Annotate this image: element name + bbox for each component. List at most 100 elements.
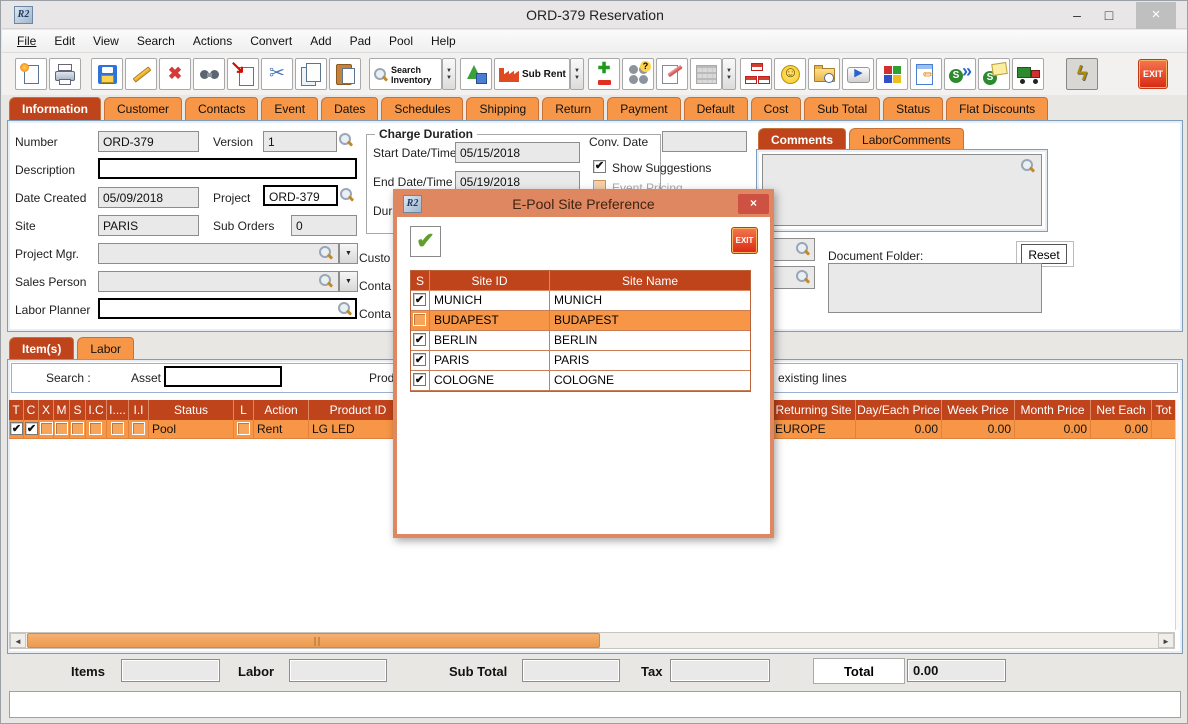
- send-key-button[interactable]: ▶: [842, 58, 874, 90]
- tab-dates[interactable]: Dates: [321, 97, 378, 120]
- action-cell[interactable]: Rent: [254, 420, 309, 439]
- total-cell[interactable]: [1152, 420, 1175, 439]
- sales-person-search-icon[interactable]: [319, 274, 331, 286]
- col-m[interactable]: M: [54, 400, 70, 420]
- col-t[interactable]: T: [9, 400, 24, 420]
- tab-labor[interactable]: Labor: [77, 337, 134, 360]
- notes-button[interactable]: [656, 58, 688, 90]
- site-row-cologne[interactable]: ✔ COLOGNE COLOGNE: [411, 371, 750, 391]
- site-field[interactable]: PARIS: [98, 215, 199, 236]
- tab-information[interactable]: Information: [9, 97, 101, 120]
- site-row-berlin[interactable]: ✔ BERLIN BERLIN: [411, 331, 750, 351]
- calendar-button[interactable]: [690, 58, 722, 90]
- quick-action-button[interactable]: ϟ: [1066, 58, 1098, 90]
- site-name-cell[interactable]: BUDAPEST: [550, 311, 750, 331]
- cologne-checkbox[interactable]: ✔: [413, 373, 426, 386]
- site-row-munich[interactable]: ✔ MUNICH MUNICH: [411, 291, 750, 311]
- hscroll-left-button[interactable]: ◄: [10, 633, 26, 648]
- col-ic[interactable]: I.C: [86, 400, 107, 420]
- labor-planner-field[interactable]: [98, 298, 357, 319]
- calendar-dropdown[interactable]: ▼▼: [722, 58, 736, 90]
- col-month-price[interactable]: Month Price: [1015, 400, 1091, 420]
- tab-cost[interactable]: Cost: [751, 97, 802, 120]
- site-row-budapest[interactable]: BUDAPEST BUDAPEST: [411, 311, 750, 331]
- inventory-blocks-button[interactable]: [876, 58, 908, 90]
- reset-button[interactable]: Reset: [1021, 244, 1067, 264]
- s-checkbox[interactable]: [71, 422, 84, 435]
- ii-checkbox[interactable]: [132, 422, 145, 435]
- returning-site-cell[interactable]: EUROPE: [772, 420, 856, 439]
- conv-date-field[interactable]: [662, 131, 747, 152]
- tab-items[interactable]: Item(s): [9, 337, 74, 360]
- menu-edit[interactable]: Edit: [45, 30, 84, 53]
- col-day-each-price[interactable]: Day/Each Price: [856, 400, 942, 420]
- dialog-ok-button[interactable]: ✔: [410, 226, 441, 257]
- tab-shipping[interactable]: Shipping: [466, 97, 539, 120]
- exit-button[interactable]: EXIT: [1138, 59, 1168, 89]
- save-button[interactable]: [91, 58, 123, 90]
- site-row-paris[interactable]: ✔ PARIS PARIS: [411, 351, 750, 371]
- menu-add[interactable]: Add: [301, 30, 340, 53]
- week-price-cell[interactable]: 0.00: [942, 420, 1015, 439]
- col-x[interactable]: X: [39, 400, 54, 420]
- col-returning-site[interactable]: Returning Site: [772, 400, 856, 420]
- header-site-id[interactable]: Site ID: [430, 271, 550, 291]
- number-field[interactable]: ORD-379: [98, 131, 199, 152]
- org-chart-button[interactable]: [740, 58, 772, 90]
- project-field[interactable]: ORD-379: [263, 185, 338, 206]
- tab-contacts[interactable]: Contacts: [185, 97, 258, 120]
- minimize-button[interactable]: –: [1062, 2, 1092, 29]
- munich-checkbox[interactable]: ✔: [413, 293, 426, 306]
- status-cell[interactable]: Pool: [149, 420, 234, 439]
- header-site-name[interactable]: Site Name: [550, 271, 750, 291]
- net-each-cell[interactable]: 0.00: [1091, 420, 1152, 439]
- x-checkbox[interactable]: [40, 422, 53, 435]
- tab-labor-comments[interactable]: LaborComments: [849, 128, 964, 150]
- site-id-cell[interactable]: BUDAPEST: [430, 311, 550, 331]
- site-id-cell[interactable]: BERLIN: [430, 331, 550, 351]
- col-status[interactable]: Status: [149, 400, 234, 420]
- status-notes-button[interactable]: S: [978, 58, 1010, 90]
- day-each-price-cell[interactable]: 0.00: [856, 420, 942, 439]
- menu-file[interactable]: File: [8, 30, 45, 53]
- site-id-cell[interactable]: PARIS: [430, 351, 550, 371]
- show-suggestions-checkbox[interactable]: ✔: [593, 160, 606, 173]
- hscroll-thumb[interactable]: [27, 633, 600, 648]
- comments-textarea[interactable]: [762, 154, 1042, 226]
- col-l[interactable]: L: [234, 400, 254, 420]
- sales-person-field[interactable]: [98, 271, 339, 292]
- col-week-price[interactable]: Week Price: [942, 400, 1015, 420]
- tab-event[interactable]: Event: [261, 97, 318, 120]
- col-s[interactable]: S: [70, 400, 86, 420]
- t-checkbox[interactable]: ✔: [10, 422, 23, 435]
- start-date-field[interactable]: 05/15/2018: [455, 142, 580, 163]
- project-mgr-field[interactable]: [98, 243, 339, 264]
- project-mgr-search-icon[interactable]: [319, 246, 331, 258]
- dialog-close-button[interactable]: ×: [738, 194, 769, 214]
- labor-planner-search-icon[interactable]: [338, 302, 350, 314]
- menu-help[interactable]: Help: [422, 30, 465, 53]
- sub-rent-dropdown[interactable]: ▼▼: [570, 58, 584, 90]
- asset-input[interactable]: [164, 366, 282, 387]
- customer-search-icon[interactable]: [796, 242, 808, 254]
- new-document-button[interactable]: [15, 58, 47, 90]
- maximize-button[interactable]: □: [1094, 2, 1124, 29]
- tab-default[interactable]: Default: [684, 97, 748, 120]
- col-c[interactable]: C: [24, 400, 39, 420]
- copy-special-button[interactable]: ↘: [227, 58, 259, 90]
- col-ii[interactable]: I.I: [129, 400, 149, 420]
- shipping-truck-button[interactable]: [1012, 58, 1044, 90]
- tab-return[interactable]: Return: [542, 97, 604, 120]
- tab-comments[interactable]: Comments: [758, 128, 846, 150]
- paste-button[interactable]: [329, 58, 361, 90]
- edit-document-button[interactable]: ✏: [910, 58, 942, 90]
- smiley-button[interactable]: ☺: [774, 58, 806, 90]
- paris-checkbox[interactable]: ✔: [413, 353, 426, 366]
- version-search-icon[interactable]: [339, 133, 351, 145]
- tab-sub-total[interactable]: Sub Total: [804, 97, 880, 120]
- sub-rent-button[interactable]: Sub Rent: [494, 58, 570, 90]
- edit-button[interactable]: [125, 58, 157, 90]
- menu-actions[interactable]: Actions: [184, 30, 241, 53]
- site-id-cell[interactable]: COLOGNE: [430, 371, 550, 391]
- project-mgr-dropdown[interactable]: ▼: [339, 243, 358, 264]
